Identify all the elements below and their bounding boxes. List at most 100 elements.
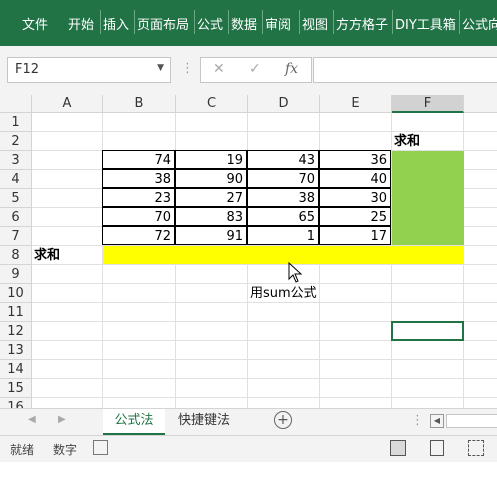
formula-input[interactable] (313, 57, 497, 83)
ribbon-tab-6[interactable]: 审阅 (265, 14, 291, 33)
status-mode: 数字 (53, 443, 78, 457)
column-header-C[interactable]: C (176, 95, 248, 113)
gridline (32, 359, 497, 360)
column-header-B[interactable]: B (103, 95, 176, 113)
ribbon-tab-8[interactable]: 方方格子 (336, 14, 388, 33)
ribbon-tab-5[interactable]: 数据 (231, 14, 257, 33)
row-header-5[interactable]: 5 (0, 189, 32, 208)
row-header-12[interactable]: 12 (0, 322, 32, 341)
select-all-corner[interactable] (0, 95, 32, 113)
table-cell[interactable]: 83 (175, 207, 247, 226)
row-header-6[interactable]: 6 (0, 208, 32, 227)
row-header-2[interactable]: 2 (0, 132, 32, 151)
table-cell[interactable]: 36 (319, 150, 391, 169)
column-header-F[interactable]: F (392, 95, 464, 113)
ribbon-tab-9[interactable]: DIY工具箱 (395, 14, 456, 33)
confirm-icon[interactable]: ✓ (249, 61, 261, 77)
table-cell[interactable]: 1 (247, 226, 319, 245)
row-header-14[interactable]: 14 (0, 360, 32, 379)
column-header-A[interactable]: A (32, 95, 103, 113)
row-header-7[interactable]: 7 (0, 227, 32, 246)
row-header-3[interactable]: 3 (0, 151, 32, 170)
table-cell[interactable]: 38 (247, 188, 319, 207)
name-box-value: F12 (15, 62, 40, 77)
cell-D10[interactable]: 用sum公式 (250, 284, 317, 303)
gridline (32, 131, 497, 132)
ribbon-tab-10[interactable]: 公式向 (462, 14, 497, 33)
ribbon-separator (100, 10, 101, 34)
more-icon: ⋮ (411, 413, 424, 428)
status-bar: 就绪 数字 (0, 435, 497, 462)
worksheet-grid[interactable]: ABCDEFG123456789101112131415167419433638… (0, 95, 497, 408)
cell-A8[interactable]: 求和 (34, 246, 60, 265)
table-cell[interactable]: 74 (102, 150, 175, 169)
page-layout-view-icon[interactable] (430, 440, 444, 456)
name-box[interactable]: F12 ▼ (7, 57, 171, 83)
row-header-13[interactable]: 13 (0, 341, 32, 360)
macro-record-icon[interactable] (93, 440, 108, 455)
yellow-fill-range (103, 246, 464, 264)
selected-cell-outline (391, 321, 464, 341)
table-cell[interactable]: 30 (319, 188, 391, 207)
table-cell[interactable]: 70 (247, 169, 319, 188)
column-header-D[interactable]: D (248, 95, 320, 113)
row-header-16[interactable]: 16 (0, 398, 32, 408)
tab-sheet-formula[interactable]: 公式法 (103, 409, 165, 435)
row-header-8[interactable]: 8 (0, 246, 32, 265)
mouse-cursor-icon (288, 262, 303, 283)
table-cell[interactable]: 90 (175, 169, 247, 188)
ribbon-tabs: 文件 开始 插入 页面布局 公式 数据 审阅 视图 方方格子 DIY工具箱 公式向 (0, 0, 497, 46)
gridline (32, 264, 497, 265)
row-header-1[interactable]: 1 (0, 113, 32, 132)
formula-buttons: ✕ ✓ fx (200, 57, 312, 83)
table-cell[interactable]: 40 (319, 169, 391, 188)
cell-F2[interactable]: 求和 (394, 132, 420, 151)
table-cell[interactable]: 38 (102, 169, 175, 188)
row-header-9[interactable]: 9 (0, 265, 32, 284)
ribbon-tab-2[interactable]: 插入 (103, 14, 129, 33)
row-header-11[interactable]: 11 (0, 303, 32, 322)
scroll-left-icon[interactable]: ◀ (28, 414, 36, 425)
gridline (32, 397, 497, 398)
table-cell[interactable]: 70 (102, 207, 175, 226)
fx-icon[interactable]: fx (285, 61, 298, 77)
scroll-right-icon[interactable]: ▶ (58, 414, 66, 425)
ribbon-tab-3[interactable]: 页面布局 (137, 14, 189, 33)
normal-view-icon[interactable] (390, 440, 406, 456)
table-cell[interactable]: 43 (247, 150, 319, 169)
table-cell[interactable]: 65 (247, 207, 319, 226)
column-header-E[interactable]: E (320, 95, 392, 113)
page-break-view-icon[interactable] (468, 440, 484, 456)
sheet-tabs-bar: ◀ ▶ 公式法 快捷键法 + ⋮ ◀ (0, 408, 497, 435)
ribbon-separator (459, 10, 460, 34)
table-cell[interactable]: 91 (175, 226, 247, 245)
chevron-down-icon[interactable]: ▼ (157, 63, 164, 73)
green-fill-range (392, 151, 464, 245)
ribbon-tab-0[interactable]: 文件 (22, 14, 48, 33)
ribbon-tab-1[interactable]: 开始 (68, 14, 94, 33)
horizontal-scrollbar[interactable] (446, 414, 497, 428)
column-header-G[interactable]: G (464, 95, 497, 113)
hscroll-left-icon[interactable]: ◀ (430, 414, 444, 428)
row-header-15[interactable]: 15 (0, 379, 32, 398)
table-cell[interactable]: 19 (175, 150, 247, 169)
more-options-icon: ⋮ (181, 61, 194, 76)
table-cell[interactable]: 72 (102, 226, 175, 245)
tab-sheet-shortcut[interactable]: 快捷键法 (167, 409, 241, 433)
ribbon-separator (392, 10, 393, 34)
ribbon-separator (262, 10, 263, 34)
cancel-icon[interactable]: ✕ (213, 61, 225, 77)
ribbon-tab-7[interactable]: 视图 (302, 14, 328, 33)
row-header-10[interactable]: 10 (0, 284, 32, 303)
row-header-4[interactable]: 4 (0, 170, 32, 189)
ribbon-tab-4[interactable]: 公式 (197, 14, 223, 33)
ribbon-separator (194, 10, 195, 34)
add-sheet-icon[interactable]: + (274, 411, 292, 429)
table-cell[interactable]: 27 (175, 188, 247, 207)
table-cell[interactable]: 25 (319, 207, 391, 226)
status-ready: 就绪 (10, 443, 35, 457)
table-cell[interactable]: 23 (102, 188, 175, 207)
background-area (0, 462, 497, 495)
ribbon-separator (299, 10, 300, 34)
table-cell[interactable]: 17 (319, 226, 391, 245)
